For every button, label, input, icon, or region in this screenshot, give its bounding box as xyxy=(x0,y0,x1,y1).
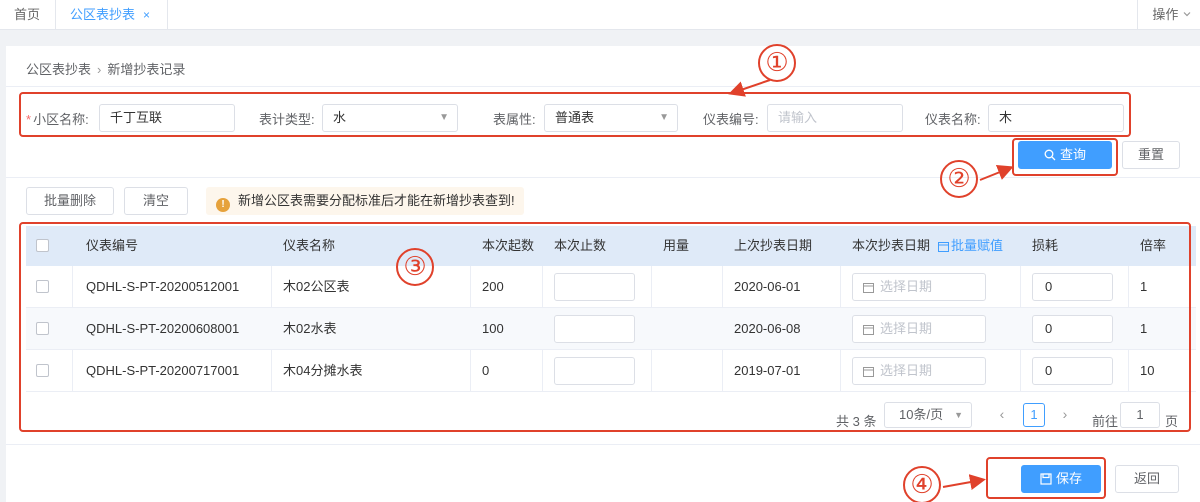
annotation-arrow-2 xyxy=(979,165,1014,181)
annotation-arrow-4 xyxy=(942,474,986,490)
annotation-arrows xyxy=(728,79,1014,490)
annotation-arrow-1 xyxy=(728,79,771,97)
